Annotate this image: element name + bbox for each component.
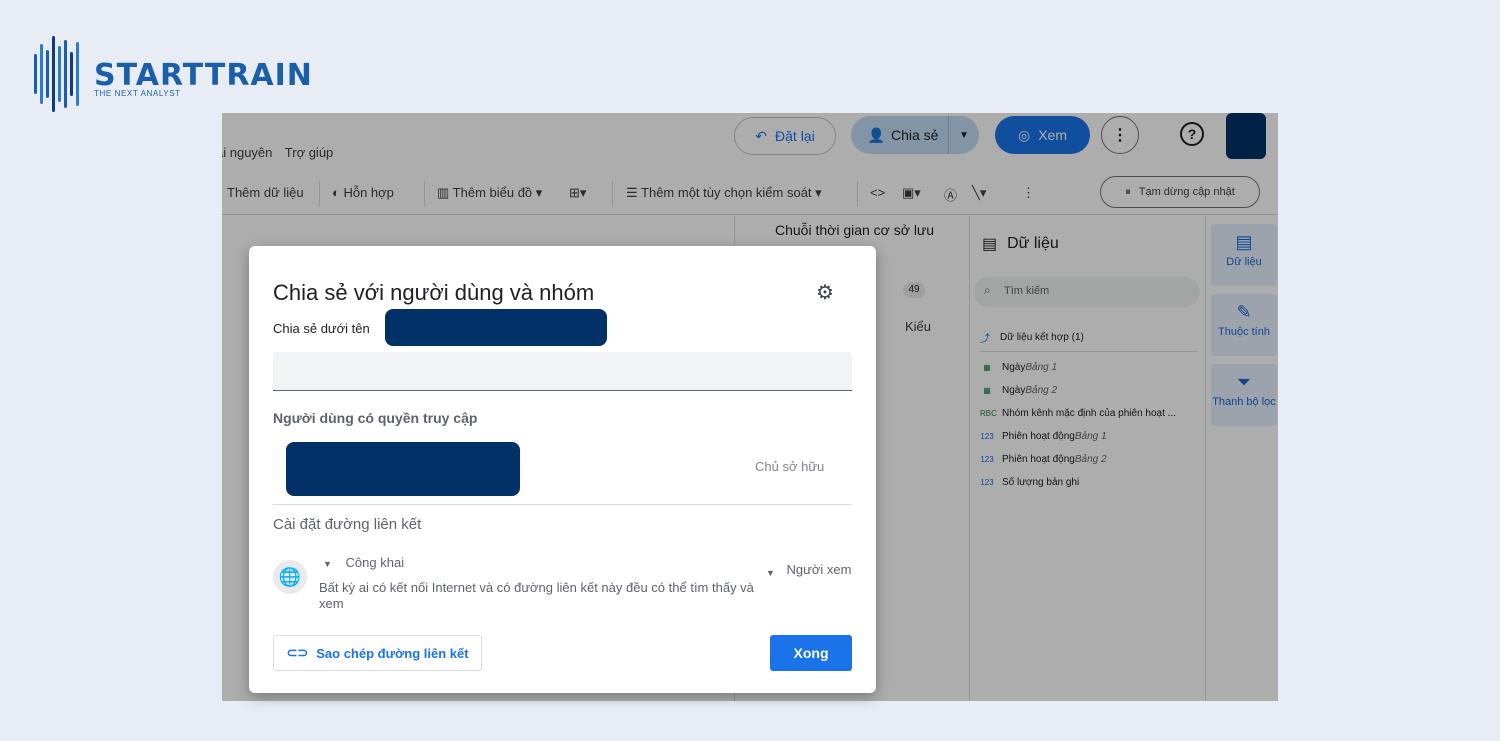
- link-role-dropdown[interactable]: Người xem: [769, 562, 869, 578]
- caret-down-icon: ▼: [323, 559, 332, 569]
- access-header: Người dùng có quyền truy cập: [273, 410, 478, 426]
- link-settings-header: Cài đặt đường liên kết: [273, 516, 422, 533]
- brand-name: STARTTRAIN: [94, 57, 313, 93]
- divider: [273, 504, 852, 505]
- globe-icon: 🌐: [273, 560, 307, 594]
- share-as-label: Chia sẻ dưới tên: [273, 321, 370, 336]
- owner-role: Chủ sở hữu: [755, 459, 825, 474]
- link-visibility-dropdown[interactable]: ▼ Công khai: [323, 555, 404, 570]
- link-icon: ⊂⊃: [286, 645, 309, 660]
- logo-bars-icon: [32, 36, 84, 112]
- share-dialog: Chia sẻ với người dùng và nhóm ⚙ Chia sẻ…: [249, 246, 876, 693]
- owner-account-redacted: [286, 442, 520, 496]
- dialog-title: Chia sẻ với người dùng và nhóm: [273, 280, 595, 305]
- done-button[interactable]: Xong: [770, 635, 852, 671]
- share-as-account-redacted[interactable]: [385, 309, 607, 346]
- link-description: Bất kỳ ai có kết nối Internet và có đườn…: [319, 580, 754, 611]
- add-people-input[interactable]: [273, 352, 852, 391]
- copy-link-button[interactable]: ⊂⊃ Sao chép đường liên kết: [273, 635, 482, 671]
- gear-icon[interactable]: ⚙: [816, 280, 840, 304]
- starttrain-logo: STARTTRAIN THE NEXT ANALYST: [32, 36, 313, 112]
